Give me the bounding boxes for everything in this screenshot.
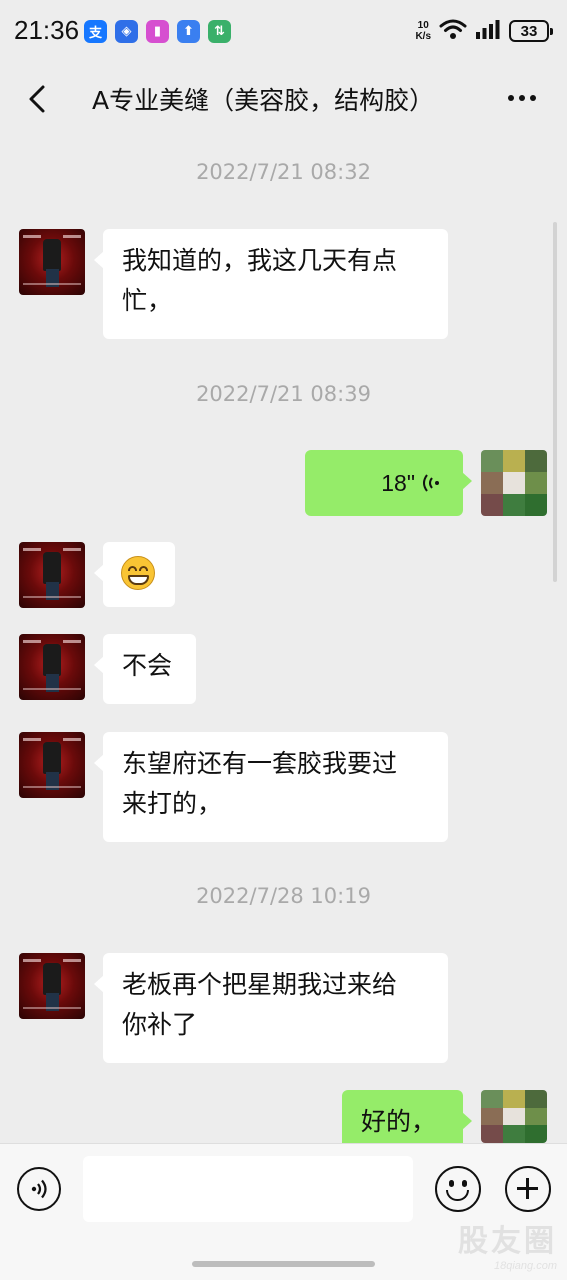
message-text: 我知道的，我这几天有点 忙， — [122, 246, 398, 315]
emoji-button[interactable] — [435, 1166, 481, 1212]
colorful-app-icon: ▮ — [146, 20, 169, 43]
scrollbar-thumb[interactable] — [553, 222, 557, 582]
message-text: 不会 — [122, 651, 173, 680]
more-dot-icon — [530, 95, 536, 101]
home-indicator[interactable] — [192, 1261, 375, 1267]
contact-avatar[interactable] — [19, 634, 85, 700]
voice-wave-icon — [31, 1179, 47, 1199]
upload-app-icon: ⬆ — [177, 20, 200, 43]
network-speed-value: 10 — [417, 20, 429, 31]
back-button[interactable] — [20, 82, 54, 116]
grinning-face-icon — [121, 556, 155, 590]
network-speed-unit: K/s — [415, 31, 431, 42]
chat-header: A专业美缝（美容胶，结构胶） — [0, 62, 567, 136]
status-app-icons: 支 ◈ ▮ ⬆ ⇅ — [84, 20, 231, 43]
chevron-left-icon — [29, 85, 45, 113]
message-input[interactable] — [83, 1156, 413, 1222]
sent-message-bubble[interactable]: 好的， — [342, 1090, 472, 1150]
contact-avatar[interactable] — [19, 953, 85, 1019]
more-functions-plus-button[interactable] — [505, 1166, 551, 1212]
received-message-bubble[interactable] — [94, 542, 175, 607]
message-text: 老板再个把星期我过来给 你补了 — [122, 970, 398, 1039]
transfer-app-icon: ⇅ — [208, 20, 231, 43]
message-timestamp: 2022/7/21 08:32 — [196, 160, 371, 184]
more-options-button[interactable] — [505, 86, 539, 110]
status-bar: 21:36 支 ◈ ▮ ⬆ ⇅ 10 K/s 33 — [0, 0, 567, 62]
emoji-eye-icon — [449, 1180, 454, 1187]
alipay-icon: 支 — [84, 20, 107, 43]
input-bar: 股友圈 18qiang.com — [0, 1143, 567, 1280]
watermark: 股友圈 18qiang.com — [458, 1216, 557, 1272]
contact-avatar[interactable] — [19, 542, 85, 608]
signal-icon — [475, 19, 501, 43]
watermark-url: 18qiang.com — [494, 1260, 557, 1272]
voice-input-button[interactable] — [17, 1167, 61, 1211]
message-timestamp: 2022/7/28 10:19 — [196, 884, 371, 908]
received-message-bubble[interactable]: 我知道的，我这几天有点 忙， — [94, 229, 448, 339]
status-indicators: 10 K/s 33 — [415, 18, 553, 44]
my-avatar[interactable] — [481, 1090, 547, 1143]
status-time: 21:36 — [14, 15, 80, 45]
battery-indicator: 33 — [509, 20, 553, 42]
contact-avatar[interactable] — [19, 732, 85, 798]
network-speed: 10 K/s — [415, 20, 431, 42]
received-message-bubble[interactable]: 不会 — [94, 634, 196, 704]
message-timestamp: 2022/7/21 08:39 — [196, 382, 371, 406]
voice-message-bubble[interactable]: 18" — [305, 450, 472, 516]
shield-app-icon: ◈ — [115, 20, 138, 43]
wifi-icon — [439, 18, 467, 44]
my-avatar[interactable] — [481, 450, 547, 516]
received-message-bubble[interactable]: 东望府还有一套胶我要过 来打的， — [94, 732, 448, 842]
voice-duration: 18" — [381, 470, 415, 496]
voice-wave-icon — [423, 474, 439, 492]
more-dot-icon — [508, 95, 514, 101]
watermark-logo: 股友圈 — [458, 1224, 557, 1259]
message-text: 东望府还有一套胶我要过 来打的， — [122, 749, 398, 818]
received-message-bubble[interactable]: 老板再个把星期我过来给 你补了 — [94, 953, 448, 1063]
emoji-mouth-icon — [446, 1190, 469, 1201]
chat-title: A专业美缝（美容胶，结构胶） — [92, 86, 435, 115]
contact-avatar[interactable] — [19, 229, 85, 295]
emoji-eye-icon — [462, 1180, 467, 1187]
more-dot-icon — [519, 95, 525, 101]
